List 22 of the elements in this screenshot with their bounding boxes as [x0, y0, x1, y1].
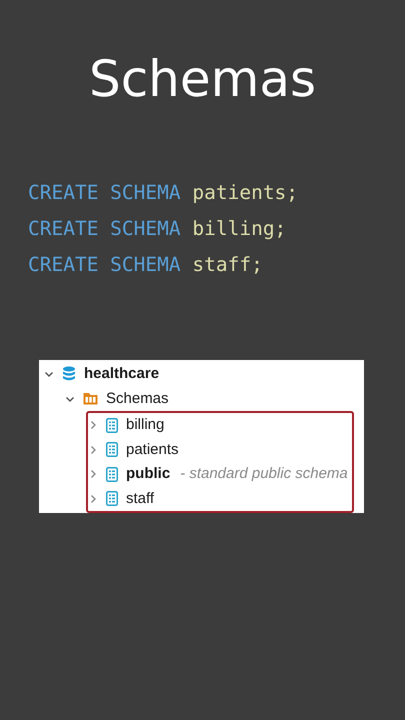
code-line: CREATE SCHEMA billing;: [28, 216, 286, 242]
tree-item-label[interactable]: public: [126, 463, 170, 486]
chevron-right-icon[interactable]: [88, 444, 98, 455]
database-icon: [62, 366, 76, 382]
chevron-right-icon[interactable]: [88, 494, 98, 504]
tree-item-label[interactable]: billing: [126, 414, 164, 436]
tree-item-label[interactable]: patients: [126, 438, 179, 461]
tree-item-description: - standard public schema: [180, 464, 348, 484]
code-line: CREATE SCHEMA staff;: [28, 252, 263, 278]
tree-item-label[interactable]: healthcare: [84, 363, 160, 386]
folder-icon: [83, 392, 98, 406]
document-list-icon: [106, 466, 118, 482]
tree-item-label[interactable]: Schemas: [106, 388, 169, 410]
chevron-down-icon[interactable]: [44, 369, 54, 380]
chevron-right-icon[interactable]: [88, 420, 98, 430]
chevron-right-icon[interactable]: [88, 469, 98, 480]
tree-item-label[interactable]: staff: [126, 488, 154, 510]
document-list-icon: [106, 491, 118, 506]
document-list-icon: [106, 418, 118, 433]
slide-title: Schemas: [88, 54, 316, 104]
code-line: CREATE SCHEMA patients;: [28, 180, 298, 206]
document-list-icon: [106, 442, 118, 458]
